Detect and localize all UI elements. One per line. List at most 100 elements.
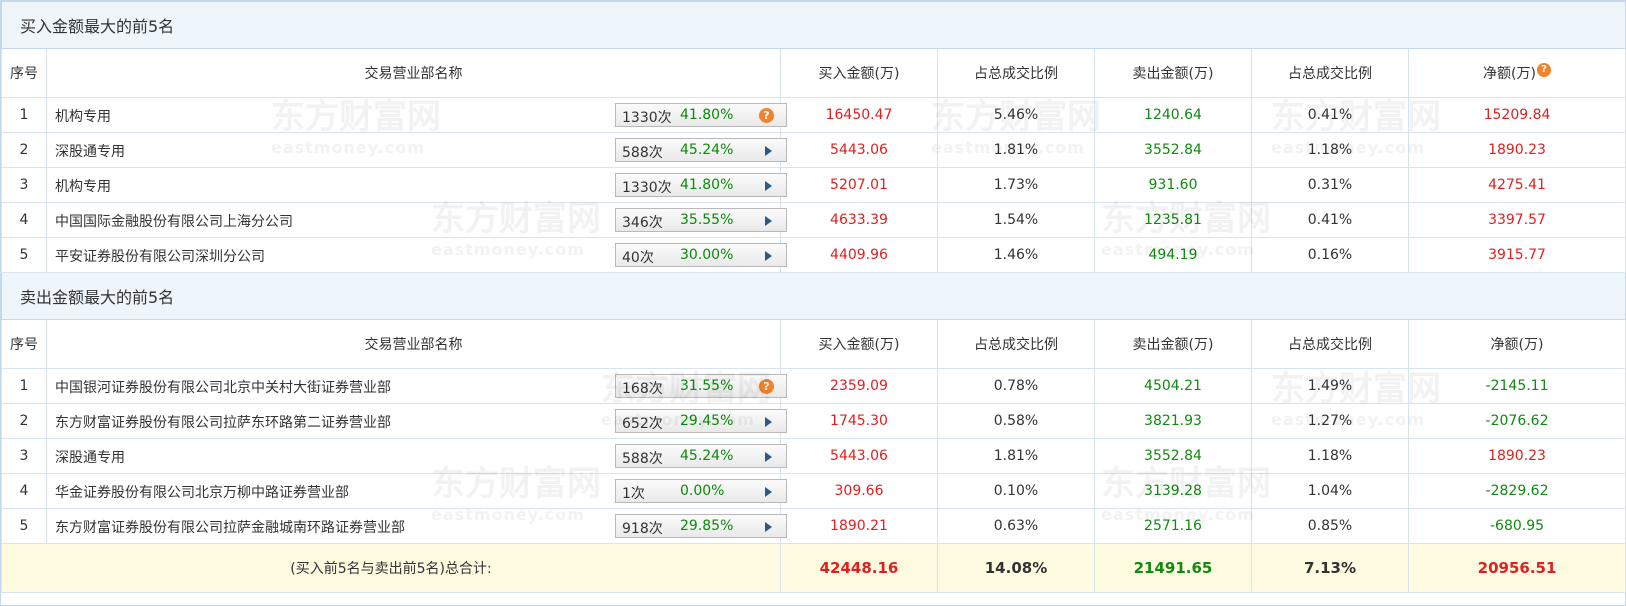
buy-ratio: 1.54% bbox=[937, 202, 1095, 238]
table-row: 5 平安证券股份有限公司深圳分公司 40次 30.00% 4409.96 1.46% 494… bbox=[1, 237, 1626, 273]
question-icon[interactable]: ? bbox=[1536, 63, 1551, 77]
sell-amount: 931.60 bbox=[1094, 167, 1252, 203]
broker-name[interactable]: 机构专用 bbox=[55, 106, 111, 126]
win-rate: 31.55% bbox=[680, 378, 734, 394]
sell-amount: 3139.28 bbox=[1094, 473, 1252, 509]
buy-ratio: 5.46% bbox=[937, 97, 1095, 133]
table-row: 1 机构专用 1330次 41.80%? 16450.47 5.46% 1240.64 0.4… bbox=[1, 97, 1626, 133]
buy-amount: 5207.01 bbox=[780, 167, 938, 203]
sell-ratio: 1.27% bbox=[1251, 403, 1409, 439]
broker-name[interactable]: 深股通专用 bbox=[55, 141, 125, 161]
table-row: 5 东方财富证券股份有限公司拉萨金融城南环路证券营业部 918次 29.85% 1890… bbox=[1, 508, 1626, 544]
win-rate: 45.24% bbox=[680, 448, 734, 464]
table-row: 4 华金证券股份有限公司北京万柳中路证券营业部 1次 0.00% 309.66 0.10%… bbox=[1, 473, 1626, 509]
broker-name[interactable]: 深股通专用 bbox=[55, 447, 125, 467]
broker-name-cell: 中国国际金融股份有限公司上海分公司 346次 35.55% bbox=[46, 202, 787, 238]
broker-name[interactable]: 中国银河证券股份有限公司北京中关村大街证券营业部 bbox=[55, 377, 391, 397]
arrow-right-icon[interactable] bbox=[765, 487, 772, 497]
arrow-right-icon[interactable] bbox=[765, 216, 772, 226]
broker-name[interactable]: 华金证券股份有限公司北京万柳中路证券营业部 bbox=[55, 482, 349, 502]
broker-stats-button[interactable]: 588次 45.24% bbox=[615, 138, 787, 162]
buy-ratio: 0.63% bbox=[937, 508, 1095, 544]
broker-name[interactable]: 平安证券股份有限公司深圳分公司 bbox=[55, 246, 265, 266]
broker-name[interactable]: 中国国际金融股份有限公司上海分公司 bbox=[55, 211, 293, 231]
arrow-right-icon[interactable] bbox=[765, 452, 772, 462]
trade-count: 1330次 bbox=[622, 110, 672, 126]
broker-stats-button[interactable]: 168次 31.55%? bbox=[615, 374, 787, 398]
table-row: 2 东方财富证券股份有限公司拉萨东环路第二证券营业部 652次 29.45% 1745.… bbox=[1, 403, 1626, 439]
broker-name[interactable]: 机构专用 bbox=[55, 176, 111, 196]
col-broker-name: 交易营业部名称 bbox=[46, 319, 781, 369]
table-header-row: 序号 交易营业部名称 买入金额(万) 占总成交比例 卖出金额(万) 占总成交比例 净额(万)… bbox=[1, 48, 1626, 98]
broker-name-cell: 深股通专用 588次 45.24% bbox=[46, 438, 787, 474]
arrow-right-icon[interactable] bbox=[765, 146, 772, 156]
sell-amount: 1240.64 bbox=[1094, 97, 1252, 133]
broker-stats-button[interactable]: 652次 29.45% bbox=[615, 409, 787, 433]
total-buy: 42448.16 bbox=[780, 543, 938, 593]
sell-ratio: 0.16% bbox=[1251, 237, 1409, 273]
row-number: 4 bbox=[1, 202, 47, 238]
trade-count: 168次 bbox=[622, 381, 663, 397]
header-label: 占总成交比例 bbox=[974, 66, 1058, 82]
broker-stats-button[interactable]: 1330次 41.80% bbox=[615, 173, 787, 197]
buy-amount: 16450.47 bbox=[780, 97, 938, 133]
win-rate: 41.80% bbox=[680, 107, 734, 123]
table-row: 3 机构专用 1330次 41.80% 5207.01 1.73% 931.60 0.31% 4… bbox=[1, 167, 1626, 203]
col-sell-ratio: 占总成交比例 bbox=[1251, 48, 1409, 98]
header-label: 净额(万) bbox=[1483, 66, 1536, 82]
win-rate: 41.80% bbox=[680, 177, 734, 193]
col-sell-ratio: 占总成交比例 bbox=[1251, 319, 1409, 369]
broker-stats-button[interactable]: 918次 29.85% bbox=[615, 514, 787, 538]
broker-table: 买入金额最大的前5名 序号 交易营业部名称 买入金额(万) 占总成交比例 卖出金额(万) 占… bbox=[0, 1, 1626, 593]
table-row: 3 深股通专用 588次 45.24% 5443.06 1.81% 3552.84 1.18%… bbox=[1, 438, 1626, 474]
broker-stats-button[interactable]: 1次 0.00% bbox=[615, 479, 787, 503]
sell-ratio: 1.18% bbox=[1251, 438, 1409, 474]
trade-count: 918次 bbox=[622, 521, 663, 537]
question-icon[interactable]: ? bbox=[759, 379, 774, 394]
buy-amount: 2359.09 bbox=[780, 368, 938, 404]
sell-amount: 494.19 bbox=[1094, 237, 1252, 273]
row-number: 1 bbox=[1, 368, 47, 404]
broker-stats-button[interactable]: 588次 45.24% bbox=[615, 444, 787, 468]
buy-amount: 1890.21 bbox=[780, 508, 938, 544]
row-number: 3 bbox=[1, 438, 47, 474]
arrow-right-icon[interactable] bbox=[765, 251, 772, 261]
table-row: 2 深股通专用 588次 45.24% 5443.06 1.81% 3552.84 1.18%… bbox=[1, 132, 1626, 168]
net-amount: 3397.57 bbox=[1407, 202, 1626, 238]
arrow-right-icon[interactable] bbox=[765, 522, 772, 532]
sell-ratio: 1.04% bbox=[1251, 473, 1409, 509]
broker-name[interactable]: 东方财富证券股份有限公司拉萨金融城南环路证券营业部 bbox=[55, 517, 405, 537]
net-amount: -2076.62 bbox=[1407, 403, 1626, 439]
question-icon[interactable]: ? bbox=[759, 108, 774, 123]
net-amount: -2829.62 bbox=[1407, 473, 1626, 509]
win-rate: 35.55% bbox=[680, 212, 734, 228]
arrow-right-icon[interactable] bbox=[765, 417, 772, 427]
header-label: 占总成交比例 bbox=[1288, 337, 1372, 353]
buy-amount: 4409.96 bbox=[780, 237, 938, 273]
col-sell-amount: 卖出金额(万) bbox=[1094, 319, 1252, 369]
sell-ratio: 0.85% bbox=[1251, 508, 1409, 544]
trade-count: 588次 bbox=[622, 451, 663, 467]
arrow-right-icon[interactable] bbox=[765, 181, 772, 191]
broker-name[interactable]: 东方财富证券股份有限公司拉萨东环路第二证券营业部 bbox=[55, 412, 391, 432]
row-number: 5 bbox=[1, 237, 47, 273]
row-number: 5 bbox=[1, 508, 47, 544]
dragon-tiger-board: 买入金额最大的前5名 序号 交易营业部名称 买入金额(万) 占总成交比例 卖出金额(万) 占… bbox=[0, 0, 1626, 606]
header-label: 占总成交比例 bbox=[974, 337, 1058, 353]
trade-count: 40次 bbox=[622, 250, 654, 266]
sell-ratio: 0.41% bbox=[1251, 202, 1409, 238]
total-row: (买入前5名与卖出前5名)总合计: 42448.16 14.08% 21491.65 7… bbox=[1, 543, 1626, 593]
broker-stats-button[interactable]: 40次 30.00% bbox=[615, 243, 787, 267]
col-net: 净额(万) bbox=[1407, 319, 1626, 369]
header-label: 卖出金额(万) bbox=[1132, 337, 1214, 353]
net-amount: -680.95 bbox=[1407, 508, 1626, 544]
sell-ratio: 1.18% bbox=[1251, 132, 1409, 168]
broker-stats-button[interactable]: 1330次 41.80%? bbox=[615, 103, 787, 127]
col-buy-amount: 买入金额(万) bbox=[780, 48, 938, 98]
row-number: 4 bbox=[1, 473, 47, 509]
header-label: 交易营业部名称 bbox=[364, 66, 463, 82]
col-sell-amount: 卖出金额(万) bbox=[1094, 48, 1252, 98]
buy-ratio: 0.10% bbox=[937, 473, 1095, 509]
broker-stats-button[interactable]: 346次 35.55% bbox=[615, 208, 787, 232]
header-label: 卖出金额(万) bbox=[1132, 66, 1214, 82]
